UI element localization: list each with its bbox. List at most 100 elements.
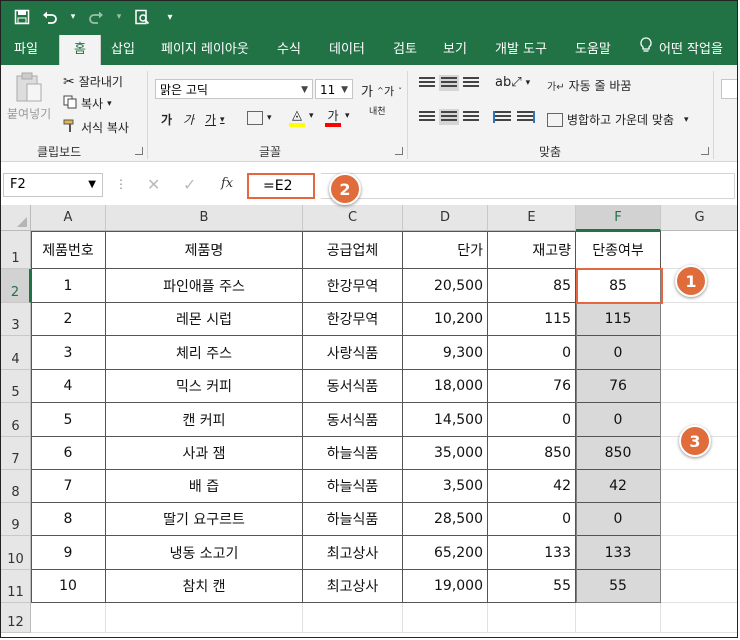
font-dialog-launcher-icon[interactable] — [395, 147, 403, 155]
align-right-button[interactable] — [463, 111, 479, 123]
table-cell[interactable]: 76 — [488, 370, 576, 403]
customize-icon[interactable]: ▾ — [161, 7, 179, 27]
table-cell[interactable]: 115 — [488, 303, 576, 336]
table-cell[interactable] — [661, 503, 737, 536]
formula-input[interactable]: =E2 — [247, 173, 315, 199]
cancel-icon[interactable]: ✕ — [147, 175, 160, 194]
table-cell[interactable]: 0 — [576, 403, 661, 437]
align-bottom-button[interactable] — [463, 77, 479, 89]
row-header[interactable]: 11 — [1, 570, 31, 603]
table-cell[interactable]: 18,000 — [403, 370, 488, 403]
table-cell[interactable] — [661, 303, 737, 336]
redo-dropdown-icon[interactable]: ▾ — [115, 7, 123, 27]
tab-page-layout[interactable]: 페이지 레이아웃 — [161, 35, 249, 65]
table-cell[interactable]: 한강무역 — [303, 269, 403, 303]
table-cell[interactable]: 참치 캔 — [106, 570, 303, 603]
table-cell[interactable] — [403, 603, 488, 633]
table-cell[interactable]: 0 — [488, 503, 576, 536]
table-cell[interactable] — [576, 603, 661, 633]
tab-insert[interactable]: 삽입 — [111, 35, 135, 65]
row-header[interactable]: 10 — [1, 536, 31, 570]
table-cell[interactable] — [661, 570, 737, 603]
table-cell[interactable]: 55 — [576, 570, 661, 603]
table-cell[interactable]: 2 — [31, 303, 106, 336]
table-cell[interactable]: 하늘식품 — [303, 503, 403, 536]
table-cell[interactable]: 딸기 요구르트 — [106, 503, 303, 536]
table-cell[interactable]: 3,500 — [403, 470, 488, 503]
table-cell[interactable]: 20,500 — [403, 269, 488, 303]
table-cell[interactable]: 공급업체 — [303, 231, 403, 269]
column-header[interactable]: A — [31, 205, 106, 231]
merge-dropdown-icon[interactable]: ▾ — [684, 115, 689, 125]
cut-button[interactable]: ✂ 잘라내기 — [63, 73, 123, 90]
undo-dropdown-icon[interactable]: ▾ — [69, 7, 77, 27]
table-cell[interactable]: 배 즙 — [106, 470, 303, 503]
table-cell[interactable] — [106, 603, 303, 633]
table-cell[interactable]: 55 — [488, 570, 576, 603]
table-cell[interactable]: 하늘식품 — [303, 470, 403, 503]
table-cell[interactable]: 0 — [488, 336, 576, 370]
table-cell[interactable]: 냉동 소고기 — [106, 536, 303, 570]
row-header[interactable]: 1 — [1, 231, 31, 269]
undo-icon[interactable] — [41, 7, 59, 27]
increase-indent-button[interactable] — [517, 111, 535, 123]
print-preview-icon[interactable] — [133, 7, 151, 27]
formula-bar-field[interactable] — [321, 173, 735, 199]
tab-help[interactable]: 도움말 — [575, 35, 611, 65]
table-cell[interactable]: 10,200 — [403, 303, 488, 336]
table-cell[interactable]: 9,300 — [403, 336, 488, 370]
table-cell[interactable]: 최고상사 — [303, 570, 403, 603]
table-cell[interactable] — [661, 231, 737, 269]
table-cell[interactable]: 28,500 — [403, 503, 488, 536]
table-cell[interactable]: 85 — [488, 269, 576, 303]
table-cell[interactable]: 8 — [31, 503, 106, 536]
table-cell[interactable] — [661, 370, 737, 403]
copy-dropdown-icon[interactable]: ▾ — [107, 99, 112, 109]
row-header[interactable]: 9 — [1, 503, 31, 536]
table-cell[interactable]: 850 — [488, 437, 576, 470]
save-icon[interactable] — [13, 7, 31, 27]
font-name-combo[interactable]: 맑은 고딕 ▼ — [155, 79, 313, 99]
table-cell[interactable]: 재고량 — [488, 231, 576, 269]
worksheet-grid[interactable]: A B C D E F G 1 2 3 4 5 6 7 8 9 10 11 12 제품번호 제품명 공급업체 단가 재고량 단종… — [1, 205, 737, 637]
table-cell[interactable] — [488, 603, 576, 633]
table-cell[interactable]: 최고상사 — [303, 536, 403, 570]
table-cell[interactable]: 19,000 — [403, 570, 488, 603]
row-header[interactable]: 2 — [1, 269, 31, 303]
row-header[interactable]: 8 — [1, 470, 31, 503]
table-cell[interactable]: 0 — [576, 503, 661, 536]
tell-me-box[interactable]: 어떤 작업을 — [639, 35, 723, 65]
table-cell[interactable] — [31, 603, 106, 633]
row-header[interactable]: 5 — [1, 370, 31, 403]
font-color-button[interactable]: 가 — [325, 109, 341, 127]
fill-color-button[interactable]: ◬ — [289, 109, 305, 127]
table-cell[interactable]: 6 — [31, 437, 106, 470]
orientation-button[interactable]: ab⤢ ▾ — [495, 75, 530, 90]
row-header[interactable]: 6 — [1, 403, 31, 437]
align-center-button[interactable] — [439, 109, 459, 125]
table-cell[interactable]: 115 — [576, 303, 661, 336]
tab-formulas[interactable]: 수식 — [277, 35, 301, 65]
column-header[interactable]: C — [303, 205, 403, 231]
table-cell[interactable] — [661, 336, 737, 370]
align-middle-button[interactable] — [439, 75, 459, 91]
table-cell[interactable]: 파인애플 주스 — [106, 269, 303, 303]
row-header[interactable]: 4 — [1, 336, 31, 370]
table-cell[interactable]: 5 — [31, 403, 106, 437]
phonetic-button[interactable]: 내천 — [369, 107, 386, 117]
table-cell[interactable]: 0 — [576, 336, 661, 370]
table-cell[interactable]: 42 — [576, 470, 661, 503]
table-cell[interactable]: 하늘식품 — [303, 437, 403, 470]
redo-icon[interactable] — [87, 7, 105, 27]
table-cell[interactable]: 제품번호 — [31, 231, 106, 269]
table-cell[interactable]: 동서식품 — [303, 370, 403, 403]
table-cell[interactable]: 단가 — [403, 231, 488, 269]
number-format-combo[interactable] — [721, 79, 737, 99]
alignment-dialog-launcher-icon[interactable] — [701, 147, 709, 155]
bold-button[interactable]: 가 — [161, 111, 172, 128]
underline-button[interactable]: 가 ▾ — [205, 111, 225, 128]
tab-data[interactable]: 데이터 — [329, 35, 365, 65]
row-header[interactable]: 7 — [1, 437, 31, 470]
tab-file[interactable]: 파일 — [14, 35, 38, 65]
tab-review[interactable]: 검토 — [393, 35, 417, 65]
